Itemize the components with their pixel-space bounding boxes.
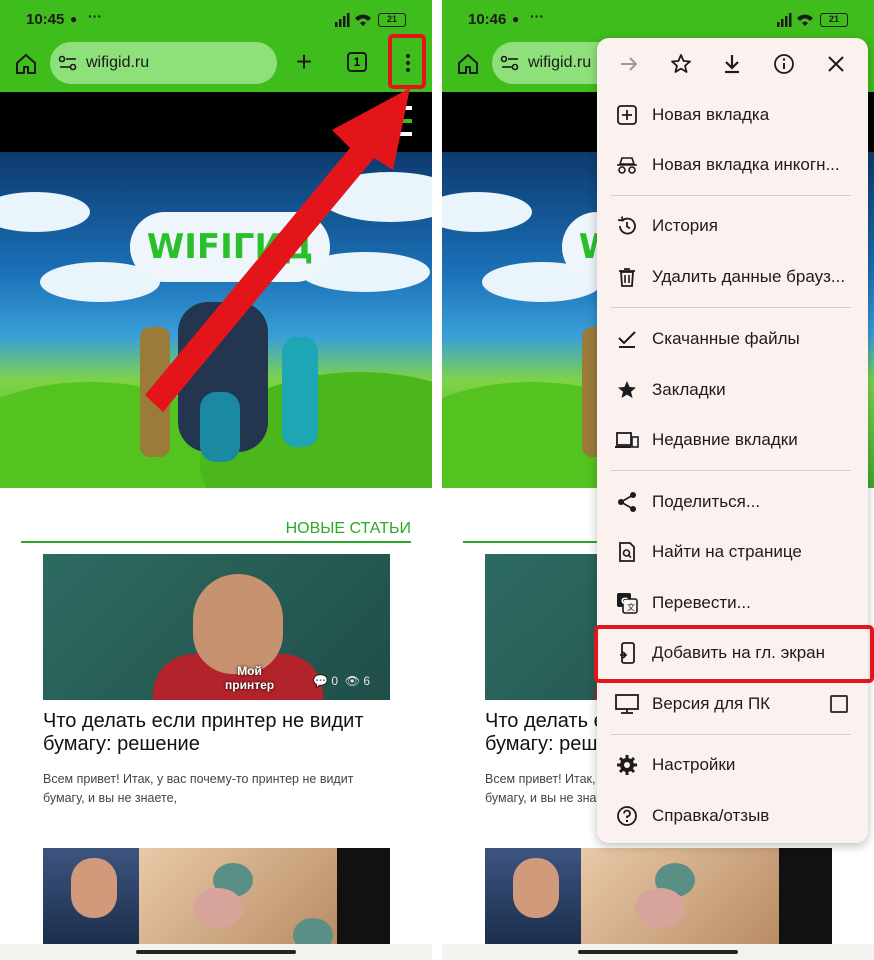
section-divider <box>21 541 411 543</box>
svg-text:文: 文 <box>627 602 635 612</box>
section-divider <box>463 541 613 543</box>
views-icon: 👁 <box>344 674 360 688</box>
menu-item-translate[interactable]: G文 Перевести... <box>597 578 868 628</box>
menu-item-new-tab[interactable]: Новая вкладка <box>597 90 868 140</box>
gesture-bar <box>442 944 874 960</box>
section-title: НОВЫЕ СТАТЬИ <box>285 520 411 537</box>
trash-icon <box>615 265 639 289</box>
menu-item-share[interactable]: Поделиться... <box>597 477 868 527</box>
article-thumbnail[interactable] <box>485 848 832 948</box>
comments-count: 0 <box>331 674 339 688</box>
forward-icon[interactable] <box>614 49 644 79</box>
signal-wifi-icon <box>777 13 817 32</box>
devices-icon <box>615 428 639 452</box>
share-icon <box>615 490 639 514</box>
status-time: 10:46 <box>468 11 507 28</box>
menu-item-bookmarks[interactable]: Закладки <box>597 365 868 415</box>
new-tab-icon <box>615 103 639 127</box>
find-in-page-icon <box>615 540 639 564</box>
article-thumbnail[interactable] <box>43 848 390 948</box>
highlight-box-add-to-home <box>594 625 874 683</box>
page-info-icon[interactable] <box>769 49 799 79</box>
downloads-icon <box>615 327 639 351</box>
history-icon <box>615 214 639 238</box>
more-notifications-icon: ··· <box>530 8 544 24</box>
home-icon <box>458 54 478 74</box>
chat-notification-icon: ● <box>512 12 520 26</box>
menu-item-downloads[interactable]: Скачанные файлы <box>597 314 868 364</box>
help-icon <box>615 804 639 828</box>
menu-separator <box>611 734 851 735</box>
menu-action-row <box>597 38 868 90</box>
status-bar: 10:46 ● ··· 21 <box>442 0 874 40</box>
browser-overflow-menu: Новая вкладка Новая вкладка инкогн... Ис… <box>597 38 868 843</box>
home-button[interactable] <box>454 50 482 78</box>
menu-item-history[interactable]: История <box>597 201 868 251</box>
site-settings-icon <box>500 55 519 71</box>
menu-item-incognito[interactable]: Новая вкладка инкогн... <box>597 140 868 190</box>
views-count: 6 <box>363 674 370 688</box>
close-icon[interactable] <box>821 49 851 79</box>
menu-item-clear-data[interactable]: Удалить данные брауз... <box>597 252 868 302</box>
bookmark-star-icon[interactable] <box>666 49 696 79</box>
url-text: wifigid.ru <box>528 54 592 71</box>
menu-item-desktop-site[interactable]: Версия для ПК <box>597 679 868 729</box>
menu-item-find-in-page[interactable]: Найти на странице <box>597 527 868 577</box>
settings-icon <box>615 753 639 777</box>
menu-separator <box>611 307 851 308</box>
red-arrow-annotation <box>145 88 410 412</box>
desktop-icon <box>615 692 639 716</box>
menu-item-settings[interactable]: Настройки <box>597 740 868 790</box>
menu-separator <box>611 195 851 196</box>
divider-gap <box>432 0 442 960</box>
desktop-site-checkbox[interactable] <box>830 695 848 713</box>
article-thumbnail[interactable]: Мой принтер 💬 0 👁 6 <box>43 554 390 700</box>
gesture-bar <box>0 944 432 960</box>
article-excerpt: Всем привет! Итак, у вас почему-то принт… <box>43 772 354 805</box>
comments-icon: 💬 <box>313 674 329 688</box>
download-icon[interactable] <box>717 49 747 79</box>
translate-icon: G文 <box>615 591 639 615</box>
menu-item-recent-tabs[interactable]: Недавние вкладки <box>597 415 868 465</box>
star-icon <box>615 378 639 402</box>
menu-separator <box>611 470 851 471</box>
article-title[interactable]: Что делать если принтер не видит бумагу:… <box>43 710 393 756</box>
incognito-icon <box>615 153 639 177</box>
battery-icon: 21 <box>820 13 848 27</box>
screenshot-left: 10:45 ● ··· 21 wifigid.ru + 1 WIFIГИД НО… <box>0 0 432 960</box>
menu-item-help[interactable]: Справка/отзыв <box>597 791 868 841</box>
